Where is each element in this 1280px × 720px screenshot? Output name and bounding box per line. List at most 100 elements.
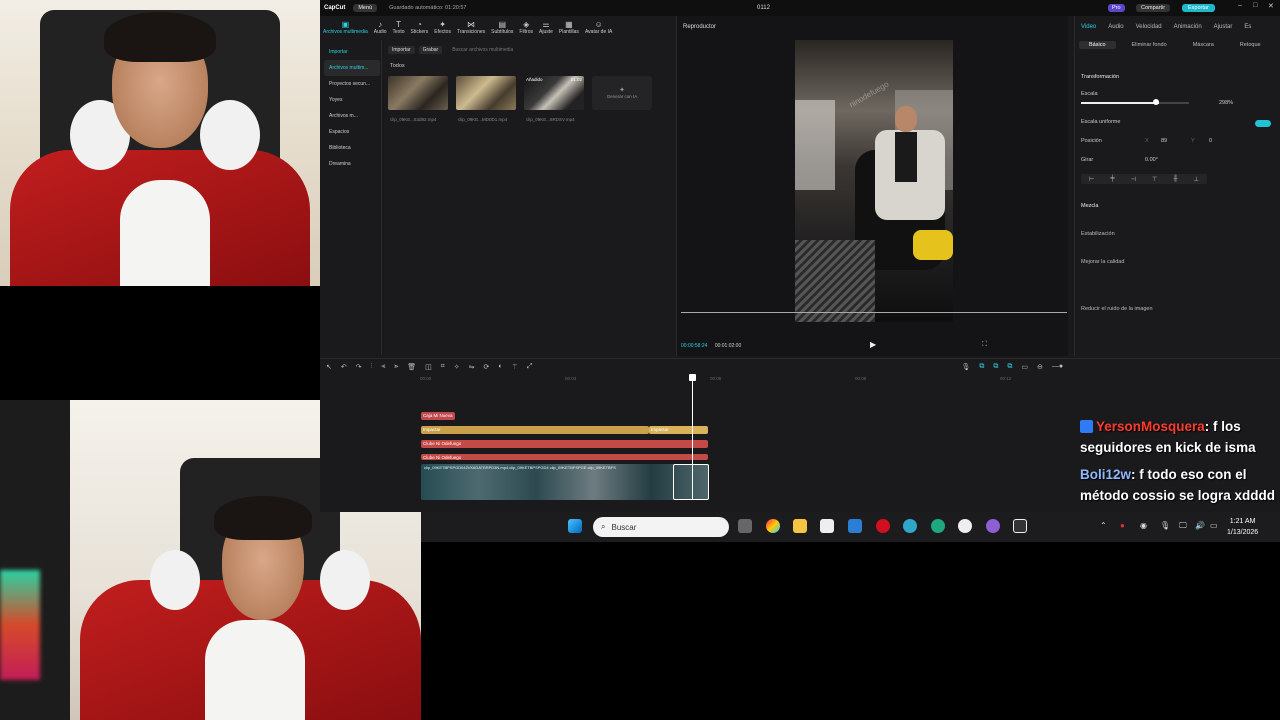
capcut-taskbar-icon[interactable]	[1013, 519, 1027, 533]
battery-icon[interactable]: ▭	[1210, 521, 1218, 530]
quality-option[interactable]: Mejorar la calidad	[1081, 259, 1124, 265]
outlook-icon[interactable]	[848, 519, 862, 533]
stabilize-option[interactable]: Estabilización	[1081, 231, 1115, 237]
text-clip[interactable]: Impactar	[649, 426, 708, 434]
align-right-icon[interactable]: ⊣	[1131, 176, 1136, 183]
mask-icon[interactable]: ◐	[498, 363, 502, 370]
sidebar-item-yoyes[interactable]: Yoyes	[324, 92, 380, 108]
tool-audio[interactable]: ♪ Audio	[374, 16, 387, 38]
play-icon[interactable]: ▶	[870, 340, 876, 349]
sidebar-item-spaces[interactable]: Espacios	[324, 124, 380, 140]
video-clip-track[interactable]: clip_09KETBPSPGD042VK6DATBRPD3N.mp4 clip…	[421, 464, 709, 500]
tool-transitions[interactable]: ⋈ Transiciones	[457, 16, 485, 38]
mic-icon[interactable]: 🎙	[962, 363, 971, 371]
sidebar-item-files[interactable]: Archivos m...	[324, 108, 380, 124]
sidebar-item-library[interactable]: Biblioteca	[324, 140, 380, 156]
tab-video[interactable]: Video	[1081, 24, 1096, 30]
redo-icon[interactable]: ↷	[356, 363, 362, 371]
menu-button[interactable]: Menú	[353, 4, 378, 12]
windows-start-icon[interactable]	[568, 519, 582, 533]
zoom-out-icon[interactable]: ⊖	[1037, 363, 1043, 371]
tool-media[interactable]: ▣ Archivos multimedia	[323, 16, 368, 38]
edge-dev-icon[interactable]	[931, 519, 945, 533]
tab-animation[interactable]: Animación	[1174, 24, 1202, 30]
tool-subtitles[interactable]: ▤ Subtítulos	[491, 16, 513, 38]
player-scrub[interactable]	[681, 312, 1067, 313]
twitch-icon[interactable]	[986, 519, 1000, 533]
align-top-icon[interactable]: ⊤	[1152, 176, 1157, 183]
select-icon[interactable]: ↖	[326, 363, 332, 371]
playhead[interactable]	[692, 376, 693, 500]
align-bottom-icon[interactable]: ⊥	[1194, 176, 1199, 183]
tool-stickers[interactable]: ◔ Stickers	[411, 16, 429, 38]
file-explorer-icon[interactable]	[793, 519, 807, 533]
text-clip[interactable]: Clube Ni Odefuego	[421, 440, 708, 448]
text-clip[interactable]: Impactar	[421, 426, 649, 434]
openai-icon[interactable]	[958, 519, 972, 533]
obs-icon[interactable]: ◉	[1140, 521, 1147, 530]
tray-overflow-icon[interactable]: ⌃	[1100, 521, 1107, 530]
align-center-icon[interactable]: ╪	[1110, 176, 1114, 182]
scale-slider-knob[interactable]	[1153, 99, 1159, 105]
pos-y-input[interactable]: 0	[1209, 138, 1212, 144]
split-right-icon[interactable]: ⫸	[394, 363, 398, 371]
taskbar-search[interactable]: ⌕ Buscar	[593, 517, 729, 537]
magnet-icon[interactable]: ⧉	[993, 363, 998, 371]
blend-heading[interactable]: Mezcla	[1081, 203, 1098, 209]
close-icon[interactable]: ✕	[1268, 2, 1274, 10]
maximize-icon[interactable]: □	[1253, 2, 1257, 9]
sidebar-item-media[interactable]: Archivos multim...	[324, 60, 380, 76]
sidebar-item-secondary[interactable]: Proyectos secun...	[324, 76, 380, 92]
mic-tray-icon[interactable]: 🎙	[1160, 521, 1170, 530]
magic-icon[interactable]: ✧	[454, 363, 460, 371]
opera-icon[interactable]	[876, 519, 890, 533]
tab-speed[interactable]: Velocidad	[1136, 24, 1162, 30]
sidebar-item-import[interactable]: Importar	[324, 44, 380, 60]
split-icon[interactable]: ⫶	[371, 363, 373, 371]
network-icon[interactable]: 🖵	[1179, 521, 1187, 531]
subtab-basic[interactable]: Básico	[1079, 41, 1116, 49]
text-clip[interactable]: Clube Ni Odefuego	[421, 454, 708, 460]
tool-effects[interactable]: ✦ Efectos	[434, 16, 451, 38]
link-icon[interactable]: ⧉	[979, 363, 984, 371]
edge-icon[interactable]	[903, 519, 917, 533]
text-clip[interactable]: Caja Mi Nueva	[421, 412, 455, 420]
align-left-icon[interactable]: ⊢	[1089, 176, 1094, 183]
delete-icon[interactable]: 🗑	[407, 363, 416, 371]
tab-more[interactable]: Es	[1244, 24, 1251, 30]
subtab-retouch[interactable]: Retoque	[1230, 41, 1271, 49]
subtab-mask[interactable]: Máscara	[1183, 41, 1224, 49]
tab-adjust[interactable]: Ajustar	[1214, 24, 1233, 30]
tool-ai-avatar[interactable]: ☺ Avatar de IA	[585, 16, 612, 38]
sidebar-item-dreamina[interactable]: Dreamina	[324, 156, 380, 172]
crop-icon[interactable]: ⌗	[441, 363, 445, 371]
uniform-scale-toggle[interactable]	[1255, 120, 1271, 127]
pro-badge[interactable]: Pro	[1108, 4, 1125, 12]
record-icon[interactable]: ●	[1120, 521, 1125, 530]
mirror-icon[interactable]: ⇋	[469, 363, 475, 371]
tab-audio[interactable]: Audio	[1108, 24, 1123, 30]
media-search-input[interactable]: Buscar archivos multimedia	[452, 47, 513, 53]
media-thumb[interactable]: Añadido 01:02	[524, 76, 584, 110]
clock[interactable]: 1:21 AM 1/13/2026	[1227, 516, 1258, 538]
copilot-icon[interactable]	[766, 519, 780, 533]
tool-adjust[interactable]: ⚌ Ajuste	[539, 16, 553, 38]
store-icon[interactable]	[820, 519, 834, 533]
fullscreen-icon[interactable]: ⛶	[982, 341, 987, 349]
zoom-slider[interactable]: —●	[1052, 363, 1063, 370]
volume-icon[interactable]: 🔊	[1195, 521, 1205, 530]
import-button[interactable]: Importar	[388, 46, 415, 54]
pos-x-input[interactable]: 89	[1161, 138, 1167, 144]
task-view-icon[interactable]	[738, 519, 752, 533]
scale-slider[interactable]	[1081, 102, 1159, 104]
rotate-input[interactable]: 0.00°	[1145, 157, 1158, 163]
filter-all[interactable]: Todos	[390, 63, 405, 69]
undo-icon[interactable]: ↶	[341, 363, 347, 371]
wand-icon[interactable]: ⚚	[512, 363, 518, 371]
minimize-icon[interactable]: –	[1238, 2, 1242, 9]
media-thumb[interactable]	[456, 76, 516, 110]
denoise-option[interactable]: Reducir el ruido de la imagen	[1081, 306, 1153, 312]
split-left-icon[interactable]: ⫷	[381, 363, 385, 371]
align-middle-icon[interactable]: ╫	[1173, 176, 1177, 182]
video-preview[interactable]: ninodefuego	[795, 40, 953, 322]
